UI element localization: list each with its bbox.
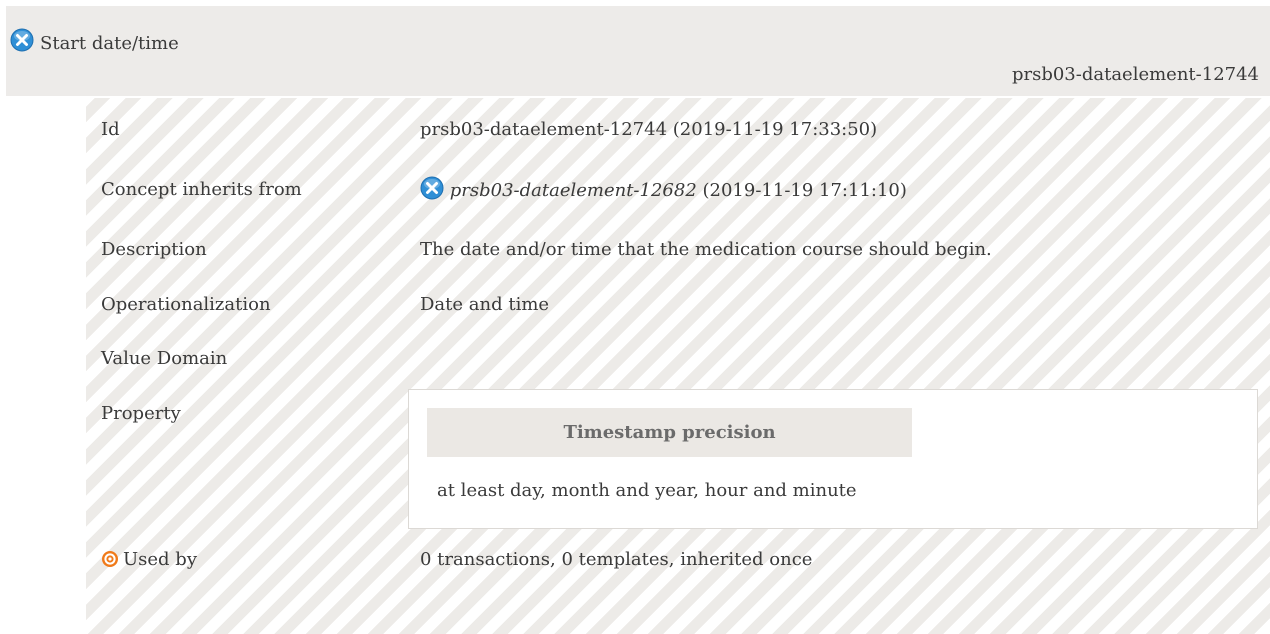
used-by-text: Used by [123, 549, 197, 570]
used-by-label: Used by [101, 549, 197, 570]
operationalization-value: Date and time [420, 294, 550, 315]
operationalization-label: Operationalization [101, 294, 271, 315]
property-label: Property [101, 403, 181, 424]
property-box: Timestamp precision at least day, month … [408, 389, 1258, 529]
inherits-value: prsb03-dataelement-12682 (2019-11-19 17:… [420, 176, 907, 201]
inherited-concept-link[interactable]: prsb03-dataelement-12682 [450, 180, 697, 201]
id-value: prsb03-dataelement-12744 (2019-11-19 17:… [420, 119, 878, 140]
id-label: Id [101, 119, 120, 140]
used-by-value: 0 transactions, 0 templates, inherited o… [420, 549, 813, 570]
concept-item-icon [420, 176, 444, 200]
target-icon [102, 551, 118, 567]
description-value: The date and/or time that the medication… [420, 239, 992, 260]
concept-title: Start date/time [40, 33, 179, 54]
inherited-concept-date: (2019-11-19 17:11:10) [696, 180, 907, 201]
property-heading: Timestamp precision [427, 408, 912, 457]
concept-detail-table: Id prsb03-dataelement-12744 (2019-11-19 … [86, 98, 1270, 634]
value-domain-label: Value Domain [101, 348, 228, 369]
concept-header: Start date/time prsb03-dataelement-12744 [6, 6, 1270, 96]
concept-item-icon [10, 28, 34, 52]
description-label: Description [101, 239, 207, 260]
concept-id: prsb03-dataelement-12744 [1011, 64, 1259, 85]
inherits-label: Concept inherits from [101, 179, 302, 200]
property-value: at least day, month and year, hour and m… [437, 480, 857, 501]
